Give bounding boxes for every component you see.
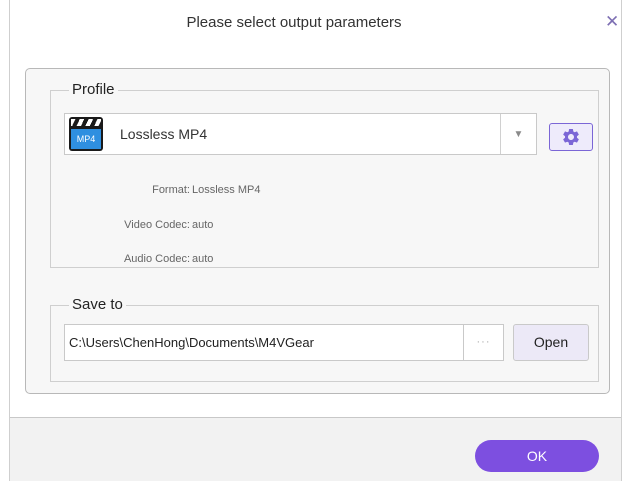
gear-icon [563, 129, 579, 145]
format-row: Format: Lossless MP4 [64, 184, 260, 196]
output-path-input[interactable] [64, 324, 464, 361]
audio-codec-label: Audio Codec: [123, 253, 190, 265]
profile-legend: Profile [69, 81, 118, 99]
settings-panel: Profile MP4 Lossless MP4 ▼ Format: Lossle… [25, 68, 610, 394]
output-parameters-dialog: Please select output parameters ✕ Profil… [9, 0, 622, 481]
audio-codec-value: auto [192, 253, 214, 265]
close-icon[interactable]: ✕ [605, 13, 619, 30]
video-codec-row: Video Codec: auto [64, 219, 213, 231]
open-folder-button[interactable]: Open [513, 324, 589, 361]
save-to-group: Save to ··· Open [50, 296, 599, 382]
dialog-title: Please select output parameters [186, 14, 402, 31]
mp4-icon-label: MP4 [71, 129, 101, 149]
mp4-icon: MP4 [69, 117, 103, 151]
format-label: Format: [152, 184, 190, 196]
clapper-stripes [71, 119, 101, 126]
profile-dropdown[interactable]: MP4 Lossless MP4 ▼ [64, 113, 537, 155]
ok-button[interactable]: OK [475, 440, 599, 472]
profile-group: Profile MP4 Lossless MP4 ▼ Format: Lossle… [50, 81, 599, 268]
profile-selected-value: Lossless MP4 [120, 126, 208, 142]
audio-codec-row: Audio Codec: auto [64, 253, 213, 265]
format-value: Lossless MP4 [192, 184, 261, 196]
chevron-down-icon[interactable]: ▼ [500, 114, 536, 154]
browse-button[interactable]: ··· [463, 324, 504, 361]
video-codec-value: auto [192, 219, 214, 231]
profile-settings-button[interactable] [549, 123, 593, 151]
save-to-legend: Save to [69, 296, 126, 314]
video-codec-label: Video Codec: [124, 219, 190, 231]
dialog-footer: OK [10, 418, 621, 481]
